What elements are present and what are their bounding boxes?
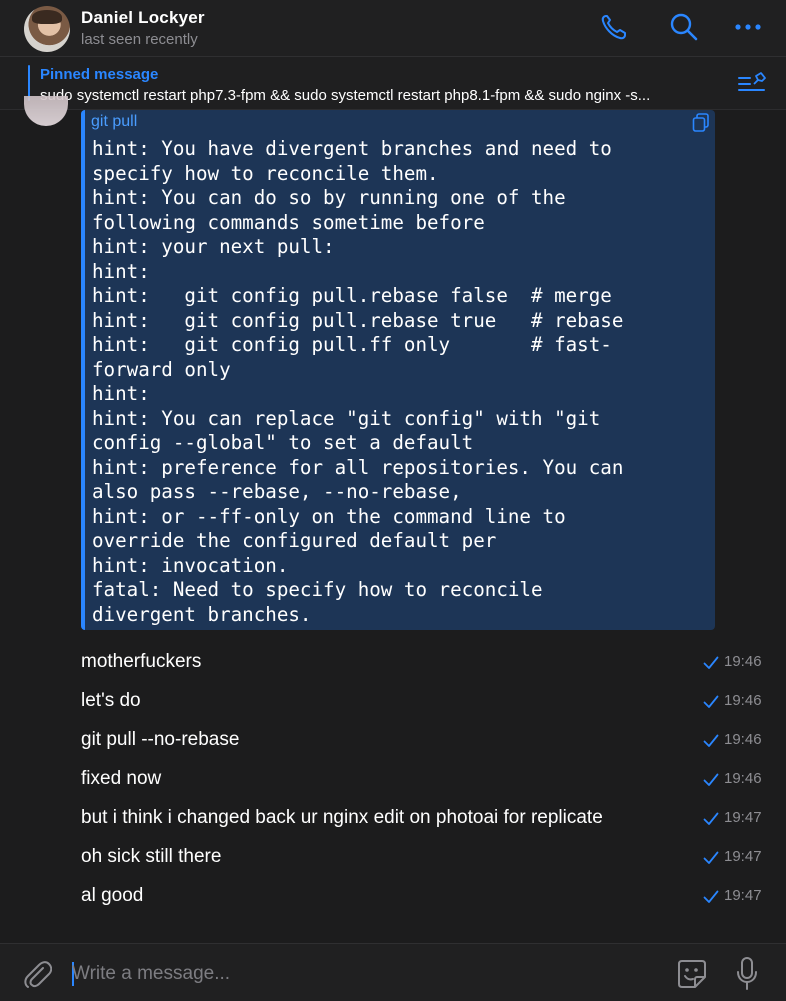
read-check-icon [703, 890, 719, 904]
search-icon[interactable] [667, 10, 701, 44]
pinned-message-bar[interactable]: Pinned message sudo systemctl restart ph… [0, 57, 786, 110]
message-time: 19:46 [724, 653, 762, 670]
message-text: but i think i changed back ur nginx edit… [81, 807, 603, 828]
pinned-text: sudo systemctl restart php7.3-fpm && sud… [40, 87, 651, 104]
code-content: hint: You have divergent branches and ne… [92, 137, 624, 626]
sticker-icon[interactable] [675, 957, 709, 991]
message-input[interactable] [70, 956, 654, 992]
more-icon[interactable] [731, 10, 765, 44]
message-row[interactable]: git pull --no-rebase 19:46 [0, 729, 786, 755]
contact-name[interactable]: Daniel Lockyer [81, 8, 205, 28]
code-block-accent [81, 110, 85, 630]
message-time: 19:46 [724, 731, 762, 748]
message-row[interactable]: oh sick still there 19:47 [0, 846, 786, 872]
read-check-icon [703, 812, 719, 826]
message-row[interactable]: but i think i changed back ur nginx edit… [0, 807, 786, 833]
message-text: oh sick still there [81, 846, 222, 867]
code-language-label: git pull [91, 113, 138, 130]
message-time: 19:46 [724, 692, 762, 709]
message-row[interactable]: let's do 19:46 [0, 690, 786, 716]
pin-list-icon[interactable] [738, 72, 766, 96]
pinned-title: Pinned message [40, 66, 159, 83]
contact-status: last seen recently [81, 31, 198, 48]
chat-header: Daniel Lockyer last seen recently [0, 0, 786, 57]
message-text: fixed now [81, 768, 162, 789]
contact-avatar[interactable] [24, 6, 70, 52]
message-text: motherfuckers [81, 651, 202, 672]
copy-icon[interactable] [692, 113, 710, 133]
message-time: 19:47 [724, 848, 762, 865]
read-check-icon [703, 695, 719, 709]
message-text: git pull --no-rebase [81, 729, 240, 750]
read-check-icon [703, 656, 719, 670]
message-time: 19:47 [724, 887, 762, 904]
attach-icon[interactable] [22, 958, 53, 990]
message-row[interactable]: motherfuckers 19:46 [0, 651, 786, 677]
read-check-icon [703, 734, 719, 748]
microphone-icon[interactable] [735, 956, 759, 992]
read-check-icon [703, 773, 719, 787]
message-time: 19:46 [724, 770, 762, 787]
message-row[interactable]: fixed now 19:46 [0, 768, 786, 794]
message-text: let's do [81, 690, 141, 711]
message-row[interactable]: al good 19:47 [0, 885, 786, 911]
phone-icon[interactable] [597, 10, 631, 44]
message-time: 19:47 [724, 809, 762, 826]
message-text: al good [81, 885, 144, 906]
composer-bar [0, 943, 786, 1001]
code-block-message[interactable]: git pull hint: You have divergent branch… [81, 110, 715, 630]
read-check-icon [703, 851, 719, 865]
